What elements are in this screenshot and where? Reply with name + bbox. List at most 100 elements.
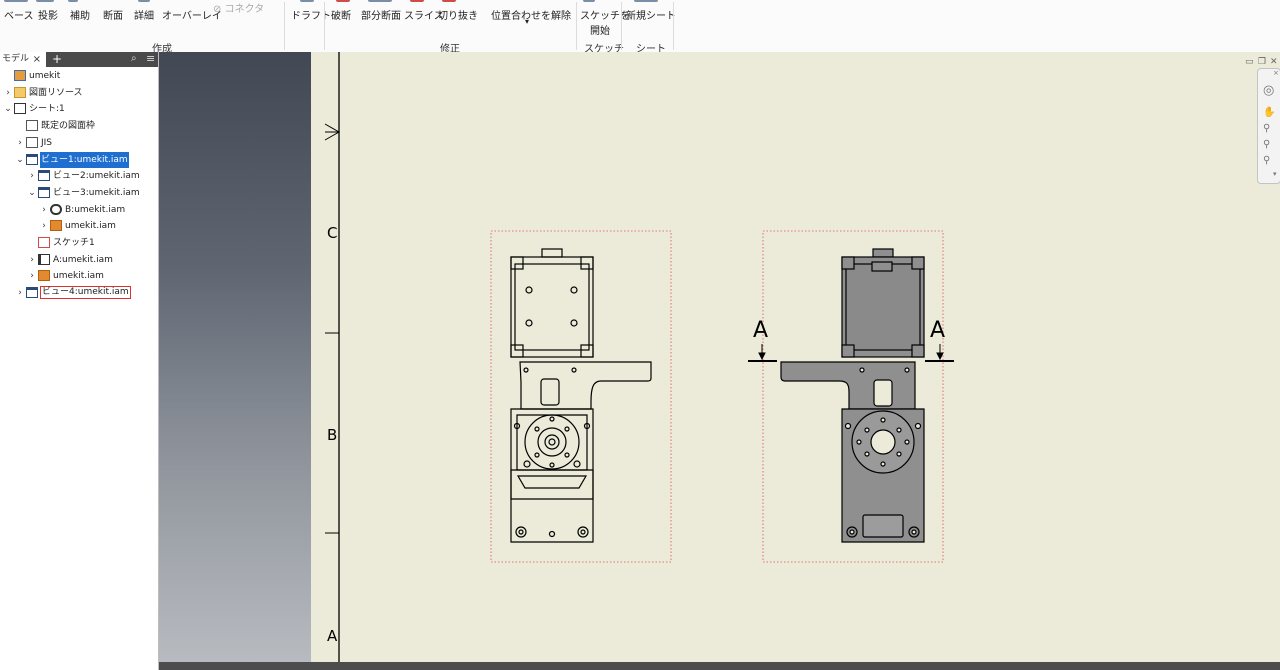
tree-node[interactable]: › 図面リソース: [0, 85, 158, 101]
tree-node[interactable]: › B:umekit.iam: [0, 202, 158, 218]
menu-icon[interactable]: ≡: [146, 52, 155, 65]
close-window-icon[interactable]: ✕: [1270, 57, 1278, 67]
zone-label-c: C: [327, 224, 337, 242]
chevron-right-icon[interactable]: ›: [28, 268, 36, 284]
crop-icon: [442, 0, 456, 2]
pan-icon[interactable]: ✋: [1263, 107, 1275, 118]
zoom-all-icon[interactable]: ⚲: [1263, 155, 1270, 166]
assembly-icon: [14, 70, 26, 81]
tree-node[interactable]: › ビュー4:umekit.iam: [0, 285, 158, 301]
part-icon: [50, 220, 62, 232]
chevron-down-icon[interactable]: ▾: [1273, 170, 1277, 178]
connector-button[interactable]: ⊘ コネクタ: [213, 0, 264, 15]
document-tab-bar: [159, 662, 1280, 670]
draft-view-icon: [300, 0, 314, 2]
chevron-right-icon[interactable]: ›: [28, 252, 36, 268]
view-3[interactable]: A A: [748, 230, 954, 563]
ribbon: ベース 投影 補助 断面 詳細 オーバーレイ ⊘ コネクタ 作成 ドラフト 破断…: [0, 0, 1280, 55]
tree-node[interactable]: › ビュー2:umekit.iam: [0, 168, 158, 184]
tree-node[interactable]: umekit: [0, 68, 158, 84]
projected-view-icon: [36, 0, 54, 2]
close-icon[interactable]: ×: [1273, 69, 1279, 77]
unalign-button[interactable]: 位置合わせを解除: [491, 7, 571, 22]
chevron-right-icon[interactable]: ›: [28, 168, 36, 184]
close-icon[interactable]: ×: [33, 52, 41, 67]
drawing-canvas: C B A A A: [324, 52, 954, 662]
chevron-right-icon[interactable]: ›: [40, 202, 48, 218]
tab-model[interactable]: モデル ×: [0, 52, 46, 67]
ribbon-separator: [673, 2, 674, 50]
viewport-background: [159, 52, 311, 670]
add-tab-icon[interactable]: +: [52, 52, 62, 66]
tab-model-label: モデル: [2, 54, 30, 64]
detail-icon: [50, 203, 62, 215]
zoom-icon[interactable]: ⚲: [1263, 123, 1270, 134]
tree-node[interactable]: › A:umekit.iam: [0, 252, 158, 268]
chevron-right-icon[interactable]: ›: [16, 285, 24, 301]
minimize-icon[interactable]: ▭: [1245, 57, 1254, 67]
crop-button[interactable]: 切り抜き: [438, 7, 478, 22]
detail-view-button[interactable]: 詳細: [134, 7, 154, 22]
auxiliary-view-icon: [68, 0, 78, 2]
start-sketch-button[interactable]: スケッチを 開始: [580, 7, 630, 37]
chevron-right-icon[interactable]: ›: [4, 85, 12, 101]
tree-node[interactable]: › umekit.iam: [0, 268, 158, 284]
tree-node-label: スケッチ1: [53, 238, 95, 248]
tree-node-label: JIS: [41, 137, 53, 148]
tree-node-label: B:umekit.iam: [65, 204, 126, 215]
section-view-button[interactable]: 断面: [103, 7, 123, 22]
view-icon: [26, 287, 38, 299]
view-3-part: [780, 248, 925, 543]
draft-view-button[interactable]: ドラフト: [291, 7, 331, 22]
new-sheet-icon: [634, 0, 658, 2]
chevron-down-icon[interactable]: ⌄: [28, 185, 36, 201]
sketch-icon: [38, 237, 50, 248]
view-icon: [26, 153, 38, 165]
view-1[interactable]: [490, 230, 672, 563]
tree-node[interactable]: › JIS: [0, 135, 158, 151]
zoom-window-icon[interactable]: ⚲: [1263, 139, 1270, 150]
ribbon-separator: [324, 2, 325, 50]
tree-node[interactable]: ⌄ ビュー1:umekit.iam: [0, 151, 158, 168]
tree-node-label: 図面リソース: [29, 87, 83, 98]
chevron-right-icon[interactable]: ›: [40, 218, 48, 234]
part-icon: [38, 270, 50, 282]
unalign-dropdown-icon[interactable]: ▾: [525, 17, 529, 26]
tree-node-label: ビュー2:umekit.iam: [53, 171, 140, 182]
browser-tabs: モデル × + ⌕ ≡: [0, 52, 158, 67]
tree-node[interactable]: ⌄ ビュー3:umekit.iam: [0, 185, 158, 201]
drawing-sheet[interactable]: C B A A A: [311, 52, 1280, 662]
chevron-down-icon[interactable]: ⌄: [4, 101, 12, 117]
tree-node[interactable]: › umekit.iam: [0, 218, 158, 234]
steering-wheel-icon[interactable]: ◎: [1263, 83, 1274, 98]
new-sheet-button[interactable]: 新規シート: [626, 7, 676, 22]
tree-node[interactable]: 既定の図面枠: [0, 118, 158, 134]
chevron-down-icon[interactable]: ⌄: [16, 152, 24, 168]
chevron-right-icon[interactable]: ›: [16, 135, 24, 151]
border-icon: [26, 120, 38, 132]
navigation-bar: × ◎ ✋ ⚲ ⚲ ⚲ ▾: [1257, 68, 1280, 184]
tree-node-label: シート:1: [29, 104, 65, 115]
detail-view-icon: [138, 0, 150, 2]
view-1-boundary: [490, 230, 672, 563]
tree-node-label: umekit.iam: [53, 271, 104, 282]
search-icon[interactable]: ⌕: [131, 53, 137, 64]
section-icon: [38, 253, 50, 265]
slice-icon: [410, 0, 424, 2]
break-icon: [336, 0, 350, 2]
break-button[interactable]: 破断: [331, 7, 351, 22]
tree-node-label: ビュー3:umekit.iam: [53, 187, 140, 198]
ribbon-separator: [621, 2, 622, 50]
projected-view-button[interactable]: 投影: [38, 7, 58, 22]
breakout-button[interactable]: 部分断面: [361, 7, 401, 22]
start-sketch-label-line1: スケッチを: [580, 11, 630, 22]
base-view-icon: [4, 0, 28, 2]
sheet-icon: [14, 103, 26, 115]
base-view-button[interactable]: ベース: [4, 7, 34, 22]
connector-icon: ⊘: [213, 4, 222, 15]
auxiliary-view-button[interactable]: 補助: [70, 7, 90, 22]
tree-node[interactable]: スケッチ1: [0, 235, 158, 251]
tree-node[interactable]: ⌄ シート:1: [0, 101, 158, 117]
view-icon: [38, 186, 50, 198]
restore-icon[interactable]: ❐: [1258, 57, 1266, 67]
